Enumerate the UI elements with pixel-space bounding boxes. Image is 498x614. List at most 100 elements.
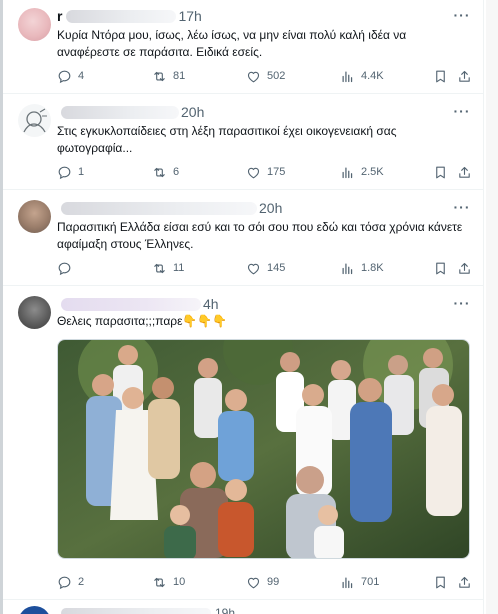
like-button[interactable]: 502 [246,67,285,85]
like-icon [246,261,261,276]
bookmark-icon [433,261,448,276]
view-count: 701 [361,576,380,588]
bookmark-button[interactable] [433,163,448,181]
like-icon [246,165,261,180]
timestamp[interactable]: 20h [259,200,282,216]
timestamp[interactable]: 20h [181,104,204,120]
retweet-button[interactable]: 81 [152,67,185,85]
like-icon [246,69,261,84]
display-name[interactable]: r [57,8,62,24]
share-icon [457,69,472,84]
views-button[interactable]: 1.8K [340,259,384,277]
timestamp[interactable]: 17h [178,8,201,24]
bookmark-button[interactable] [433,67,448,85]
share-button[interactable] [457,573,472,591]
timeline-border-right [483,0,484,614]
tweet-header: r 17h [57,7,202,25]
like-count: 502 [267,70,286,82]
redacted-handle [61,105,179,119]
timestamp[interactable]: 19h [215,606,235,614]
like-count: 175 [267,166,286,178]
views-button[interactable]: 4.4K [340,67,384,85]
retweet-count: 11 [173,262,185,274]
reply-button[interactable] [57,259,78,277]
tweet-4[interactable]: 4h ··· Θελεις παρασιτα;;;παρε👇👇👇 2 10 99… [3,286,483,600]
avatar[interactable] [18,200,51,233]
retweet-count: 6 [173,166,180,178]
tweet-3[interactable]: 20h ··· Παρασιτική Ελλάδα είσαι εσύ και … [3,190,483,286]
avatar[interactable] [18,606,51,614]
tweet-5-partial[interactable]: 19h [3,600,483,614]
avatar[interactable] [18,296,51,329]
tweet-1[interactable]: r 17h ··· Κυρία Ντόρα μου, ίσως, λέω ίσω… [3,0,483,94]
tweet-actions: 2 10 99 701 [57,573,473,591]
reply-count: 2 [78,576,85,588]
redacted-handle [61,201,257,215]
reply-button[interactable]: 4 [57,67,84,85]
tweet-header: 19h [57,606,235,614]
share-button[interactable] [457,259,472,277]
family-photo-image [58,340,469,558]
retweet-icon [152,165,167,180]
retweet-button[interactable]: 10 [152,573,185,591]
retweet-icon [152,69,167,84]
tweet-2[interactable]: 20h ··· Στις εγκυκλοπαίδειες στη λέξη πα… [3,94,483,190]
bookmark-icon [433,575,448,590]
avatar[interactable] [18,104,51,137]
reply-icon [57,165,72,180]
reply-button[interactable]: 2 [57,573,84,591]
avatar[interactable] [18,8,51,41]
views-icon [340,69,355,84]
retweet-button[interactable]: 11 [152,259,184,277]
bookmark-button[interactable] [433,573,448,591]
share-icon [457,575,472,590]
view-count: 1.8K [361,262,384,274]
more-icon[interactable]: ··· [453,104,471,123]
share-button[interactable] [457,67,472,85]
like-button[interactable]: 145 [246,259,285,277]
reply-button[interactable]: 1 [57,163,84,181]
share-button[interactable] [457,163,472,181]
avatar-drawing [23,108,47,133]
like-button[interactable]: 175 [246,163,285,181]
redacted-handle [61,297,201,311]
tweet-header: 4h [57,295,219,313]
reply-count: 1 [78,166,85,178]
retweet-icon [152,575,167,590]
tweet-text: Στις εγκυκλοπαίδειες στη λέξη παρασιτικο… [57,124,397,155]
tweet-header: 20h [57,103,204,121]
like-count: 145 [267,262,286,274]
reply-icon [57,69,72,84]
tweet-photo[interactable] [57,339,470,559]
view-count: 4.4K [361,70,384,82]
views-icon [340,575,355,590]
retweet-count: 10 [173,576,186,588]
redacted-handle [66,9,177,23]
tweet-header: 20h [57,199,282,217]
reply-icon [57,261,72,276]
retweet-count: 81 [173,70,186,82]
views-icon [340,261,355,276]
like-icon [246,575,261,590]
more-icon[interactable]: ··· [453,200,471,219]
tweet-actions: 4 81 502 4.4K [57,67,473,85]
retweet-icon [152,261,167,276]
bookmark-icon [433,69,448,84]
share-icon [457,165,472,180]
reply-count: 4 [78,70,85,82]
redacted-name [61,608,211,614]
like-count: 99 [267,576,280,588]
views-button[interactable]: 701 [340,573,379,591]
more-icon[interactable]: ··· [453,8,471,27]
bookmark-button[interactable] [433,259,448,277]
views-icon [340,165,355,180]
like-button[interactable]: 99 [246,573,279,591]
tweet-text: Κυρία Ντόρα μου, ίσως, λέω ίσως, να μην … [57,28,407,59]
views-button[interactable]: 2.5K [340,163,384,181]
scrollbar[interactable] [486,0,498,614]
timestamp[interactable]: 4h [203,296,219,312]
tweet-text: Παρασιτική Ελλάδα είσαι εσύ και το σόι σ… [57,220,463,251]
retweet-button[interactable]: 6 [152,163,179,181]
share-icon [457,261,472,276]
tweet-text: Θελεις παρασιτα;;;παρε👇👇👇 [57,314,228,328]
